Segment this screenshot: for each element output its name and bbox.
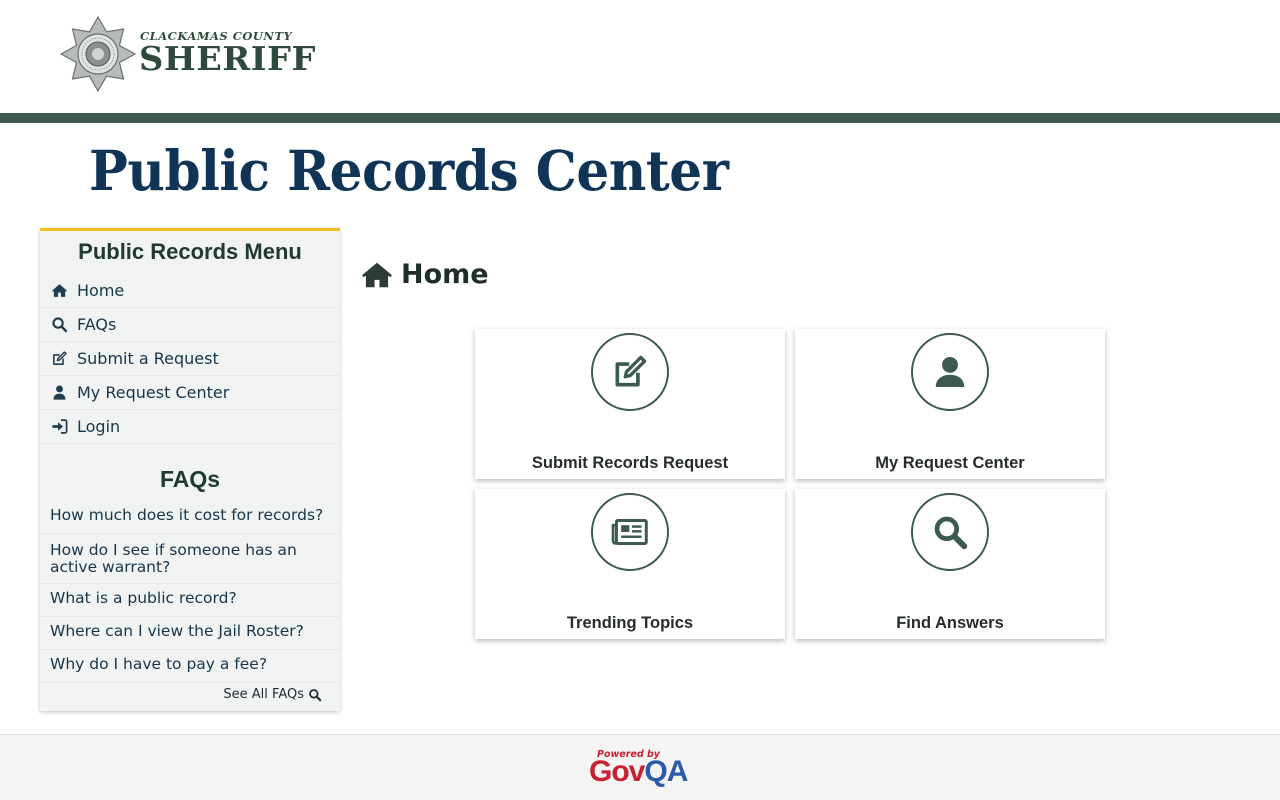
search-icon: [934, 516, 968, 550]
menu-label-login: Login: [77, 417, 121, 436]
menu-label-my-request-center: My Request Center: [77, 383, 230, 402]
see-all-faqs-link[interactable]: See All FAQs: [223, 687, 322, 702]
menu-item-my-request-center[interactable]: My Request Center: [40, 376, 340, 410]
govqa-qa-text: QA: [644, 755, 688, 788]
site-header: CLACKAMAS COUNTY SHERIFF: [0, 0, 1280, 113]
tile-icon-circle: [591, 493, 669, 571]
page-title: Public Records Center: [89, 138, 729, 203]
sheriff-star-icon: [60, 16, 136, 92]
govqa-logo[interactable]: Powered by GovQA: [589, 749, 693, 789]
footer: Powered by GovQA: [0, 734, 1280, 800]
home-heading: Home: [361, 259, 489, 290]
govqa-wordmark: GovQA: [589, 755, 688, 789]
search-icon: [309, 688, 322, 701]
tile-submit-records-request[interactable]: Submit Records Request: [475, 329, 785, 479]
menu-heading: Public Records Menu: [78, 239, 302, 264]
faq-link[interactable]: Why do I have to pay a fee?: [40, 650, 340, 683]
menu-item-login[interactable]: Login: [40, 410, 340, 444]
home-heading-text: Home: [401, 259, 489, 290]
tile-find-answers[interactable]: Find Answers: [795, 489, 1105, 639]
tile-icon-circle: [591, 333, 669, 411]
faq-link[interactable]: Where can I view the Jail Roster?: [40, 617, 340, 650]
menu-list: Home FAQs Submit a Request My Request Ce…: [40, 274, 340, 444]
home-icon: [50, 282, 68, 300]
tile-trending-topics[interactable]: Trending Topics: [475, 489, 785, 639]
newspaper-icon: [611, 518, 648, 546]
logo-title-text: SHERIFF: [139, 39, 316, 78]
tile-label: Trending Topics: [566, 614, 694, 632]
faq-list: How much does it cost for records? How d…: [40, 501, 340, 683]
menu-label-faqs: FAQs: [77, 315, 117, 334]
sidebar: Public Records Menu Home FAQs Submit a R…: [40, 228, 340, 711]
home-icon: [361, 262, 393, 287]
see-all-faqs-label: See All FAQs: [223, 687, 304, 702]
faq-link[interactable]: How do I see if someone has an active wa…: [40, 534, 340, 584]
tile-label: My Request Center: [875, 454, 1025, 472]
menu-label-home: Home: [77, 281, 125, 300]
faq-link[interactable]: How much does it cost for records?: [40, 501, 340, 534]
edit-icon: [615, 355, 647, 387]
search-icon: [50, 316, 68, 334]
tile-label: Find Answers: [896, 614, 1004, 632]
menu-item-home[interactable]: Home: [40, 274, 340, 308]
menu-label-submit-request: Submit a Request: [77, 349, 219, 368]
tile-my-request-center[interactable]: My Request Center: [795, 329, 1105, 479]
header-divider-bar: [0, 113, 1280, 123]
tile-icon-circle: [911, 333, 989, 411]
faq-link[interactable]: What is a public record?: [40, 584, 340, 617]
user-icon: [935, 356, 965, 388]
edit-icon: [50, 350, 68, 368]
user-icon: [50, 384, 68, 402]
faq-heading: FAQs: [159, 466, 221, 492]
sheriff-logo[interactable]: CLACKAMAS COUNTY SHERIFF: [60, 16, 320, 92]
menu-item-submit-request[interactable]: Submit a Request: [40, 342, 340, 376]
menu-item-faqs[interactable]: FAQs: [40, 308, 340, 342]
govqa-gov-text: Gov: [589, 755, 645, 788]
sign-in-icon: [50, 418, 68, 436]
tile-icon-circle: [911, 493, 989, 571]
tile-label: Submit Records Request: [531, 454, 729, 472]
